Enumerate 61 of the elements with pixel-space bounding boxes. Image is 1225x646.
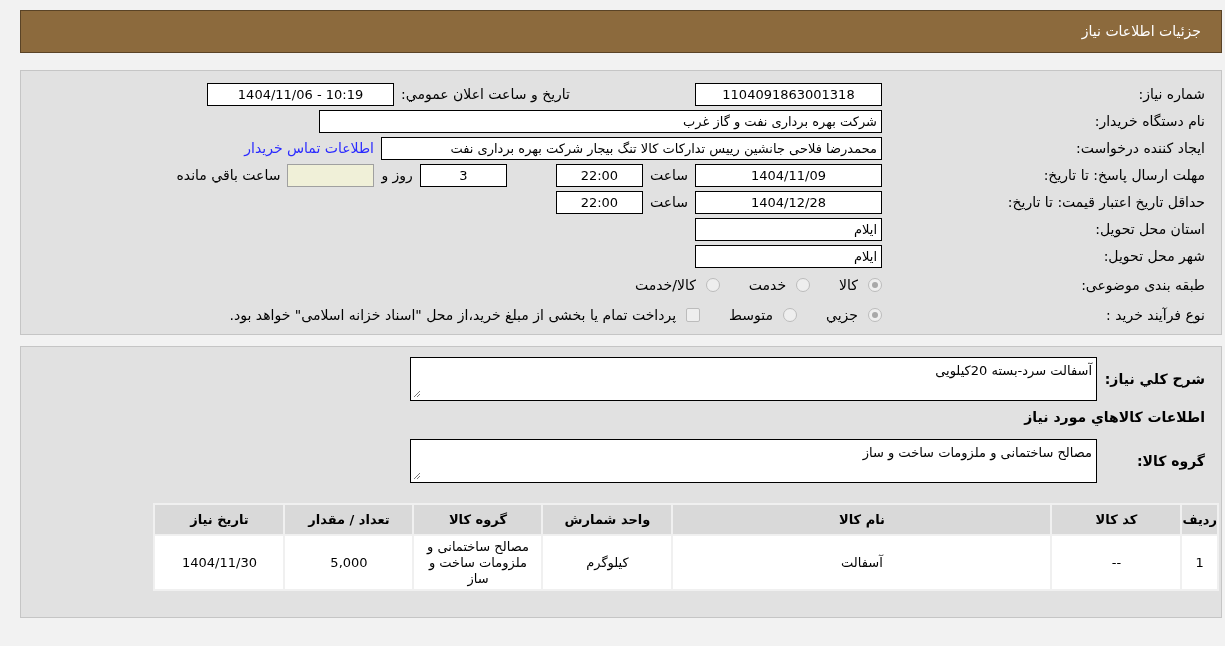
text-area[interactable]: مصالح ساختمانی و ملزومات ساخت و ساز bbox=[410, 439, 1097, 483]
input-field[interactable]: 1404/12/28 bbox=[695, 191, 882, 214]
input-field[interactable]: 1404/11/09 bbox=[695, 164, 882, 187]
column-header: ردیف bbox=[1181, 504, 1218, 535]
input-field[interactable] bbox=[287, 164, 375, 187]
field-label: ایجاد کننده درخواست: bbox=[1075, 139, 1205, 159]
field-label: روز و bbox=[381, 166, 413, 186]
radio-button[interactable] bbox=[796, 278, 811, 292]
input-field[interactable]: 3 bbox=[419, 164, 507, 187]
column-header: واحد شمارش bbox=[542, 504, 673, 535]
column-header: کد کالا bbox=[1051, 504, 1182, 535]
field-label: نوع فرآیند خرید : bbox=[1105, 305, 1205, 326]
column-header: تاریخ نیاز bbox=[154, 504, 285, 535]
field-label: طبقه بندی موضوعی: bbox=[1080, 275, 1205, 296]
input-field[interactable]: 22:00 bbox=[555, 191, 643, 214]
resize-handle-icon bbox=[413, 390, 421, 398]
section-heading: اطلاعات کالاهاي مورد نیاز bbox=[1022, 408, 1205, 428]
text-area[interactable]: آسفالت سرد-بسته 20کیلویی bbox=[410, 357, 1097, 401]
table-cell: -- bbox=[1051, 535, 1182, 590]
field-label: نام دستگاه خریدار: bbox=[1093, 112, 1205, 132]
table-cell: آسفالت bbox=[672, 535, 1052, 590]
field-label: شرح کلي نیاز: bbox=[1105, 369, 1205, 390]
resize-handle-icon bbox=[413, 472, 421, 480]
radio-label: خدمت bbox=[748, 275, 787, 295]
field-label: مهلت ارسال پاسخ: تا تاریخ: bbox=[1042, 166, 1205, 186]
field-label: گروه کالا: bbox=[1135, 451, 1205, 472]
input-field[interactable]: 1104091863001318 bbox=[695, 83, 882, 106]
table-cell: کیلوگرم bbox=[542, 535, 673, 590]
field-label: تاریخ و ساعت اعلان عمومي: bbox=[401, 85, 570, 105]
input-field[interactable]: 22:00 bbox=[555, 164, 643, 187]
field-label: حداقل تاریخ اعتبار قیمت: تا تاریخ: bbox=[1006, 193, 1205, 213]
table-cell: 5,000 bbox=[284, 535, 414, 590]
radio-label: متوسط bbox=[729, 305, 774, 326]
field-label: شماره نیاز: bbox=[1137, 85, 1205, 105]
field-label: ساعت bbox=[649, 166, 688, 185]
input-field[interactable]: ایلام bbox=[695, 218, 882, 241]
input-field[interactable]: شرکت بهره برداری نفت و گاز غرب bbox=[319, 110, 882, 133]
input-field[interactable]: ایلام bbox=[695, 245, 882, 268]
page-title: جزئیات اطلاعات نیاز bbox=[1081, 22, 1201, 42]
radio-button[interactable] bbox=[868, 308, 882, 322]
field-label: شهر محل تحویل: bbox=[1102, 247, 1205, 267]
radio-label: کالا bbox=[839, 275, 858, 295]
radio-button[interactable] bbox=[705, 278, 720, 292]
column-header: نام کالا bbox=[672, 504, 1052, 535]
checkbox-label: پرداخت تمام یا بخشی از مبلغ خرید،از محل "اسناد خزانه اسلامی" خواهد بود. bbox=[229, 305, 677, 326]
table-cell: 1 bbox=[1181, 535, 1218, 590]
radio-button[interactable] bbox=[868, 278, 882, 292]
input-field[interactable]: محمدرضا فلاحی جانشین رییس تدارکات کالا تنگ بیجار شرکت بهره برداری نفت bbox=[381, 137, 882, 160]
column-header: گروه کالا bbox=[413, 504, 543, 535]
checkbox[interactable] bbox=[686, 308, 701, 322]
field-label: استان محل تحویل: bbox=[1094, 220, 1205, 240]
table-cell: مصالح ساختمانی و ملزومات ساخت و ساز bbox=[413, 535, 543, 590]
field-label: ساعت باقي مانده bbox=[176, 166, 281, 185]
column-header: تعداد / مقدار bbox=[284, 504, 414, 535]
radio-button[interactable] bbox=[783, 308, 798, 322]
radio-label: کالا/خدمت bbox=[634, 275, 696, 295]
input-field[interactable]: 1404/11/06 - 10:19 bbox=[207, 83, 395, 106]
radio-label: جزيي bbox=[826, 305, 858, 326]
field-label: ساعت bbox=[649, 193, 688, 212]
table-cell: 1404/11/30 bbox=[154, 535, 285, 590]
contact-link[interactable]: اطلاعات تماس خریدار bbox=[244, 138, 374, 159]
